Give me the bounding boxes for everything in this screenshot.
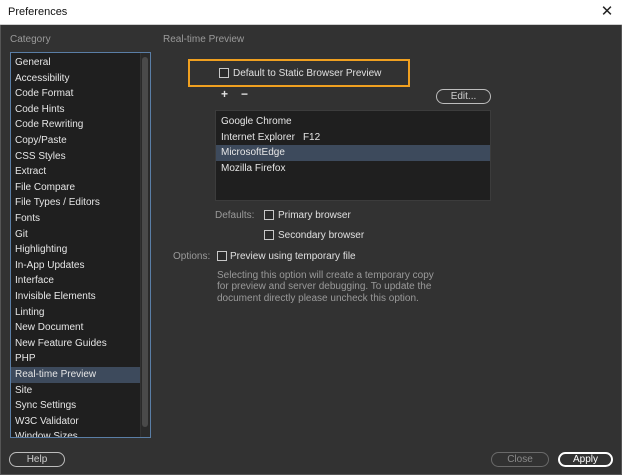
sidebar-item[interactable]: Code Format — [11, 86, 141, 102]
browser-shortcut: F12 — [302, 131, 321, 143]
temporary-file-checkbox[interactable] — [217, 251, 227, 261]
sidebar-item[interactable]: CSS Styles — [11, 149, 141, 165]
sidebar-item[interactable]: File Types / Editors — [11, 195, 141, 211]
category-scrollbar[interactable] — [140, 53, 150, 437]
list-item[interactable]: Internet Explorer F12 — [216, 130, 490, 146]
category-header: Category — [10, 34, 51, 45]
sidebar-item[interactable]: Site — [11, 383, 141, 399]
default-static-label: Default to Static Browser Preview — [233, 68, 382, 79]
temporary-file-description: Selecting this option will create a temp… — [217, 270, 434, 304]
secondary-browser-checkbox[interactable] — [264, 230, 274, 240]
sidebar-item[interactable]: Linting — [11, 305, 141, 321]
category-scroll-thumb[interactable] — [142, 57, 148, 427]
sidebar-item[interactable]: File Compare — [11, 180, 141, 196]
sidebar-item[interactable]: Fonts — [11, 211, 141, 227]
browser-list[interactable]: Google Chrome Internet Explorer F12 Microso… — [215, 110, 491, 201]
remove-browser-button[interactable]: − — [241, 87, 248, 101]
sidebar-item[interactable]: W3C Validator — [11, 414, 141, 430]
sidebar-item[interactable]: Extract — [11, 164, 141, 180]
title-bar: Preferences ✕ — [0, 0, 622, 25]
list-item[interactable]: Google Chrome — [216, 114, 490, 130]
sidebar-item[interactable]: New Document — [11, 320, 141, 336]
list-item[interactable]: MicrosoftEdge — [216, 145, 490, 161]
edit-button[interactable]: Edit... — [436, 89, 491, 104]
sidebar-item[interactable]: New Feature Guides — [11, 336, 141, 352]
window-title: Preferences — [8, 6, 68, 18]
close-button[interactable]: Close — [491, 452, 549, 467]
sidebar-item[interactable]: General — [11, 55, 141, 71]
sidebar-item[interactable]: PHP — [11, 351, 141, 367]
sidebar-item[interactable]: Accessibility — [11, 71, 141, 87]
primary-browser-checkbox[interactable] — [264, 210, 274, 220]
list-item[interactable]: Mozilla Firefox — [216, 161, 490, 177]
close-icon[interactable]: ✕ — [598, 2, 616, 22]
sidebar-item[interactable]: Sync Settings — [11, 398, 141, 414]
sidebar-item[interactable]: Window Sizes — [11, 429, 141, 437]
browser-name: Internet Explorer — [221, 131, 295, 143]
secondary-browser-label: Secondary browser — [278, 230, 365, 241]
apply-button[interactable]: Apply — [558, 452, 613, 467]
default-static-checkbox[interactable] — [219, 68, 229, 78]
sidebar-item[interactable]: Real-time Preview — [11, 367, 141, 383]
category-list[interactable]: General Accessibility Code Format Code Hint… — [10, 52, 151, 438]
browser-name: MicrosoftEdge — [221, 147, 285, 158]
sidebar-item[interactable]: Highlighting — [11, 242, 141, 258]
sidebar-item[interactable]: Invisible Elements — [11, 289, 141, 305]
add-browser-button[interactable]: + — [221, 87, 228, 101]
sidebar-item[interactable]: Copy/Paste — [11, 133, 141, 149]
panel-header: Real-time Preview — [163, 34, 245, 45]
primary-browser-label: Primary browser — [278, 210, 351, 221]
sidebar-item[interactable]: Code Hints — [11, 102, 141, 118]
sidebar-item[interactable]: Git — [11, 227, 141, 243]
options-label: Options: — [173, 251, 211, 262]
sidebar-item[interactable]: Interface — [11, 273, 141, 289]
sidebar-item[interactable]: Code Rewriting — [11, 117, 141, 133]
temporary-file-label: Preview using temporary file — [230, 251, 356, 262]
help-button[interactable]: Help — [9, 452, 65, 467]
defaults-label: Defaults: — [215, 210, 255, 221]
sidebar-item[interactable]: In-App Updates — [11, 258, 141, 274]
browser-name: Mozilla Firefox — [221, 162, 286, 174]
browser-name: Google Chrome — [221, 116, 292, 127]
